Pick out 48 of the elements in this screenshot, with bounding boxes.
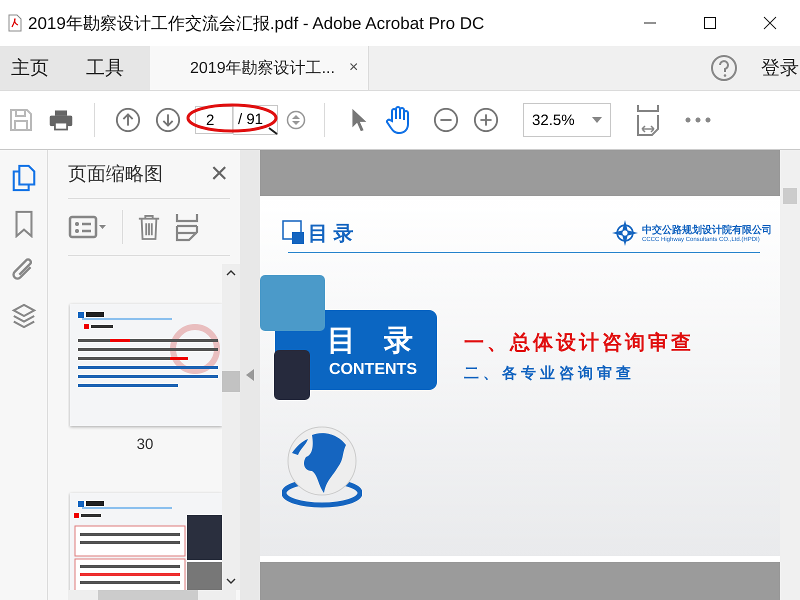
slide-header-title: 目 录 <box>308 222 354 246</box>
vertical-scrollbar[interactable] <box>222 264 240 590</box>
zoom-in-icon[interactable] <box>473 107 500 133</box>
tab-label: 2019年勘察设计工... <box>190 58 335 78</box>
contents-title: 目 录 <box>326 324 423 359</box>
save-icon[interactable] <box>8 107 34 133</box>
title-squares-icon <box>282 220 306 246</box>
zoom-out-icon[interactable] <box>433 107 460 133</box>
page-number-label: 30 <box>136 436 154 453</box>
scroll-up-icon[interactable] <box>226 270 236 276</box>
page-thumbnail[interactable] <box>70 304 222 426</box>
previous-page-icon[interactable] <box>115 107 141 133</box>
zoom-dropdown[interactable]: 32.5% <box>523 103 612 137</box>
horizontal-scrollbar[interactable] <box>68 590 236 600</box>
sign-in-link[interactable]: 登录 <box>760 46 800 90</box>
caret-icon <box>592 117 602 123</box>
page-thumbnail[interactable] <box>70 493 222 590</box>
scroll-down-icon[interactable] <box>226 578 236 584</box>
fit-page-icon[interactable] <box>635 103 662 137</box>
page-number-field[interactable]: 2 <box>195 106 233 134</box>
panel-title: 页面缩略图 <box>68 163 163 187</box>
compass-logo-icon <box>612 218 638 248</box>
tab-close-button[interactable]: × <box>348 59 358 77</box>
options-icon[interactable] <box>68 214 108 240</box>
layers-icon[interactable] <box>10 302 36 330</box>
next-page-icon[interactable] <box>155 107 181 133</box>
document-tab[interactable]: 2019年勘察设计工... × <box>150 46 370 90</box>
light-square-shape <box>260 275 325 331</box>
pdf-file-icon <box>8 14 22 32</box>
dark-square-shape <box>274 350 310 400</box>
panel-close-button[interactable]: × <box>210 159 228 189</box>
menu-tab[interactable]: 主页 <box>0 46 75 90</box>
trash-icon[interactable] <box>137 212 161 242</box>
collapse-panel-icon[interactable] <box>246 369 254 381</box>
page-split-icon[interactable] <box>175 212 199 242</box>
scrollbar-thumb[interactable] <box>222 371 240 392</box>
company-name: 中交公路规划设计院有限公司 <box>642 223 772 236</box>
contents-item: 二、各专业咨询审查 <box>464 364 636 383</box>
more-icon[interactable] <box>685 117 712 123</box>
window-title: 2019年勘察设计工作交流会汇报.pdf - Adobe Acrobat Pro DC <box>28 12 484 34</box>
page-spinner-icon[interactable] <box>286 110 306 130</box>
document-scrollbar[interactable] <box>780 150 800 600</box>
menu-tab[interactable]: 工具 <box>75 46 150 90</box>
pages-icon[interactable] <box>10 164 36 192</box>
page-count: / 91 <box>233 105 278 135</box>
contents-item: 一、总体设计咨询审查 <box>464 330 694 356</box>
contents-subtitle: CONTENTS <box>329 361 417 379</box>
help-icon[interactable] <box>710 54 738 82</box>
